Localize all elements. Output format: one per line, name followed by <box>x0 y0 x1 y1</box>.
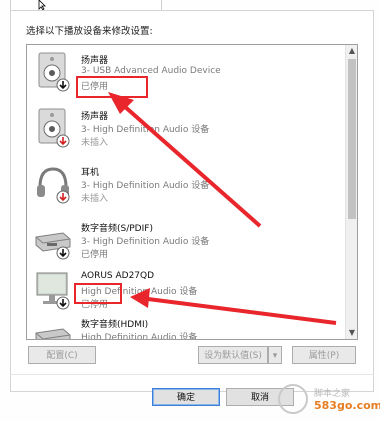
headphones-icon <box>37 167 70 204</box>
device-description: 3- High Definition Audio 设备 <box>81 237 210 247</box>
device-status: 未插入 <box>81 138 109 148</box>
ok-button[interactable]: 确定 <box>152 388 220 406</box>
device-description: High Definition Audio 设备 <box>81 333 198 340</box>
instruction-text: 选择以下播放设备来修改设置: <box>26 26 153 37</box>
device-description: 3- USB Advanced Audio Device <box>81 66 221 76</box>
device-description: 3- High Definition Audio 设备 <box>81 181 210 191</box>
watermark-text: 脚本之家 <box>314 389 351 399</box>
list-item[interactable]: 数字音频(HDMI) High Definition Audio 设备 <box>27 309 345 340</box>
list-item[interactable]: 耳机 3- High Definition Audio 设备 未插入 <box>27 157 345 213</box>
sound-dialog: 选择以下播放设备来修改设置: 扬声器 3- USB Advanced Audio… <box>0 0 380 421</box>
device-description: 3- High Definition Audio 设备 <box>81 125 210 135</box>
annotation-box <box>76 76 148 98</box>
watermark-logo <box>278 384 308 414</box>
chevron-down-icon: ▾ <box>272 351 278 361</box>
divider <box>10 374 374 375</box>
digital-audio-icon <box>35 232 71 260</box>
properties-button[interactable]: 属性(P) <box>292 346 356 364</box>
scroll-thumb[interactable] <box>348 59 356 219</box>
speaker-icon <box>38 52 70 92</box>
mouse-cursor-icon <box>38 0 46 10</box>
device-status: 未插入 <box>81 194 109 204</box>
list-item[interactable]: 扬声器 3- High Definition Audio 设备 未插入 <box>27 101 345 157</box>
speaker-icon <box>38 108 70 148</box>
list-item[interactable]: 扬声器 3- USB Advanced Audio Device 已停用 <box>27 45 345 101</box>
set-default-dropdown[interactable]: ▾ <box>268 346 282 364</box>
device-name: 数字音频(S/PDIF) <box>81 224 153 234</box>
device-name: 数字音频(HDMI) <box>81 320 149 330</box>
monitor-icon <box>36 272 70 310</box>
device-name: 扬声器 <box>81 56 109 66</box>
device-name: 耳机 <box>81 168 100 178</box>
device-status: 已停用 <box>81 250 109 260</box>
set-default-button[interactable]: 设为默认值(S) <box>198 346 268 364</box>
list-scrollbar[interactable]: ▲ ▼ <box>345 45 357 339</box>
scroll-up-icon[interactable]: ▲ <box>346 45 357 57</box>
list-item[interactable]: 数字音频(S/PDIF) 3- High Definition Audio 设备… <box>27 213 345 269</box>
configure-button[interactable]: 配置(C) <box>28 346 96 364</box>
annotation-box <box>74 283 122 304</box>
digital-audio-icon <box>35 328 71 339</box>
scroll-down-icon[interactable]: ▼ <box>346 327 357 339</box>
device-name: 扬声器 <box>81 112 109 122</box>
watermark-site: 583go.com <box>314 399 380 412</box>
device-name: AORUS AD27QD <box>81 271 155 281</box>
